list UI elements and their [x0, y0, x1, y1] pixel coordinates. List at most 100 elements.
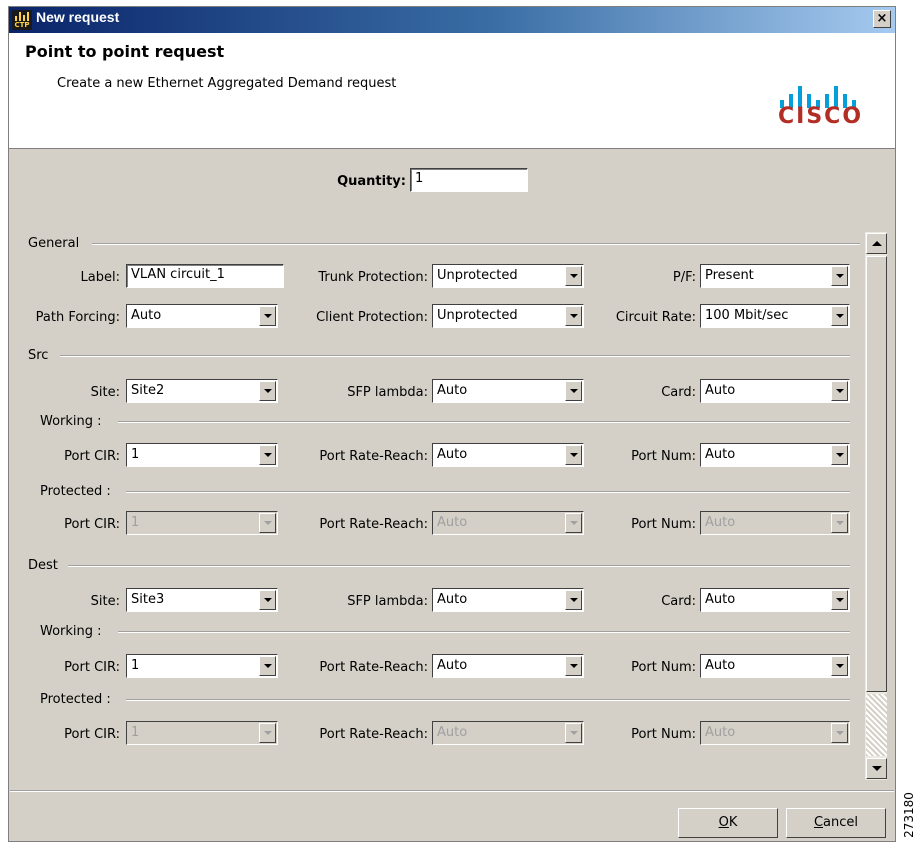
- src-site-label: Site:: [90, 385, 120, 400]
- src-site-select[interactable]: Site2: [126, 379, 278, 403]
- dest-working-port-cir-label: Port CIR:: [64, 660, 120, 675]
- pf-label: P/F:: [672, 270, 696, 285]
- trunk-protection-value: Unprotected: [437, 268, 518, 283]
- footer-divider: [10, 790, 894, 792]
- dest-protected-header: Protected :: [40, 692, 111, 707]
- circuit-rate-select[interactable]: 100 Mbit/sec: [700, 304, 850, 328]
- dest-sfp-label: SFP lambda:: [347, 594, 428, 609]
- chevron-down-icon[interactable]: [565, 590, 582, 610]
- chevron-down-icon[interactable]: [259, 381, 276, 401]
- group-dest-header: Dest: [28, 558, 58, 573]
- ok-button[interactable]: OK: [678, 808, 778, 838]
- src-protected-port-cir-label: Port CIR:: [64, 517, 120, 532]
- chevron-down-icon[interactable]: [565, 266, 582, 286]
- dest-protected-rate-reach-label: Port Rate-Reach:: [319, 727, 428, 742]
- group-src-header: Src: [28, 348, 49, 363]
- chevron-down-icon[interactable]: [831, 266, 848, 286]
- chevron-down-icon[interactable]: [831, 381, 848, 401]
- chevron-down-icon[interactable]: [831, 656, 848, 676]
- dest-protected-port-num-value: Auto: [705, 725, 736, 740]
- dest-working-port-num-label: Port Num:: [631, 660, 696, 675]
- dest-site-select[interactable]: Site3: [126, 588, 278, 612]
- dest-protected-rate-reach-select: Auto: [432, 721, 584, 745]
- src-protected-header: Protected :: [40, 484, 111, 499]
- chevron-down-icon[interactable]: [259, 656, 276, 676]
- dest-sfp-value: Auto: [437, 592, 468, 607]
- chevron-down-icon[interactable]: [565, 306, 582, 326]
- src-working-port-cir-select[interactable]: 1: [126, 443, 278, 467]
- dest-card-select[interactable]: Auto: [700, 588, 850, 612]
- chevron-down-icon: [831, 723, 848, 743]
- dest-site-label: Site:: [90, 594, 120, 609]
- chevron-down-icon[interactable]: [831, 590, 848, 610]
- label-input[interactable]: VLAN circuit_1: [126, 264, 284, 288]
- src-card-select[interactable]: Auto: [700, 379, 850, 403]
- chevron-down-icon: [831, 513, 848, 533]
- chevron-down-icon[interactable]: [565, 381, 582, 401]
- chevron-down-icon[interactable]: [831, 306, 848, 326]
- path-forcing-label: Path Forcing:: [35, 310, 120, 325]
- src-working-rate-reach-value: Auto: [437, 447, 468, 462]
- chevron-down-icon: [565, 513, 582, 533]
- quantity-input[interactable]: 1: [410, 168, 528, 192]
- dest-working-port-num-select[interactable]: Auto: [700, 654, 850, 678]
- src-protected-port-num-select: Auto: [700, 511, 850, 535]
- src-protected-port-cir-value: 1: [131, 515, 140, 530]
- dest-working-header: Working :: [40, 624, 102, 639]
- page-subtitle: Create a new Ethernet Aggregated Demand …: [57, 76, 397, 91]
- group-divider: [92, 243, 860, 245]
- close-icon[interactable]: ×: [873, 10, 891, 28]
- dest-site-value: Site3: [131, 592, 165, 607]
- dest-working-port-num-value: Auto: [705, 658, 736, 673]
- scroll-down-icon[interactable]: [866, 758, 887, 779]
- chevron-down-icon[interactable]: [831, 445, 848, 465]
- chevron-down-icon[interactable]: [565, 656, 582, 676]
- src-card-value: Auto: [705, 383, 736, 398]
- src-sfp-value: Auto: [437, 383, 468, 398]
- pf-value: Present: [705, 268, 754, 283]
- ctp-app-icon: CTP: [12, 10, 32, 30]
- chevron-down-icon: [259, 513, 276, 533]
- src-sfp-select[interactable]: Auto: [432, 379, 584, 403]
- src-sfp-label: SFP lambda:: [347, 385, 428, 400]
- scroll-up-icon[interactable]: [866, 233, 887, 254]
- dest-protected-port-num-select: Auto: [700, 721, 850, 745]
- quantity-label: Quantity:: [337, 174, 406, 189]
- chevron-down-icon: [565, 723, 582, 743]
- group-divider: [118, 631, 850, 633]
- title-bar[interactable]: [9, 7, 895, 33]
- src-site-value: Site2: [131, 383, 165, 398]
- chevron-down-icon[interactable]: [259, 306, 276, 326]
- src-working-port-num-select[interactable]: Auto: [700, 443, 850, 467]
- figure-number: 273180: [901, 792, 916, 838]
- src-working-port-num-label: Port Num:: [631, 449, 696, 464]
- dest-working-rate-reach-value: Auto: [437, 658, 468, 673]
- client-protection-select[interactable]: Unprotected: [432, 304, 584, 328]
- scrollbar-track-region[interactable]: [866, 694, 887, 756]
- dest-working-rate-reach-select[interactable]: Auto: [432, 654, 584, 678]
- src-protected-rate-reach-select: Auto: [432, 511, 584, 535]
- dest-card-value: Auto: [705, 592, 736, 607]
- dest-protected-port-cir-value: 1: [131, 725, 140, 740]
- src-working-rate-reach-select[interactable]: Auto: [432, 443, 584, 467]
- scrollbar-thumb[interactable]: [866, 256, 887, 692]
- chevron-down-icon[interactable]: [565, 445, 582, 465]
- dest-working-port-cir-select[interactable]: 1: [126, 654, 278, 678]
- dest-sfp-select[interactable]: Auto: [432, 588, 584, 612]
- page-title: Point to point request: [25, 42, 225, 61]
- trunk-protection-select[interactable]: Unprotected: [432, 264, 584, 288]
- trunk-protection-label: Trunk Protection:: [318, 270, 428, 285]
- group-divider: [118, 421, 850, 423]
- src-working-header: Working :: [40, 414, 102, 429]
- dest-protected-port-cir-select: 1: [126, 721, 278, 745]
- dest-protected-rate-reach-value: Auto: [437, 725, 468, 740]
- src-working-port-cir-label: Port CIR:: [64, 449, 120, 464]
- pf-select[interactable]: Present: [700, 264, 850, 288]
- cancel-button[interactable]: Cancel: [786, 808, 886, 838]
- chevron-down-icon[interactable]: [259, 590, 276, 610]
- chevron-down-icon[interactable]: [259, 445, 276, 465]
- path-forcing-select[interactable]: Auto: [126, 304, 278, 328]
- src-protected-port-num-value: Auto: [705, 515, 736, 530]
- src-protected-rate-reach-label: Port Rate-Reach:: [319, 517, 428, 532]
- group-divider: [68, 565, 850, 567]
